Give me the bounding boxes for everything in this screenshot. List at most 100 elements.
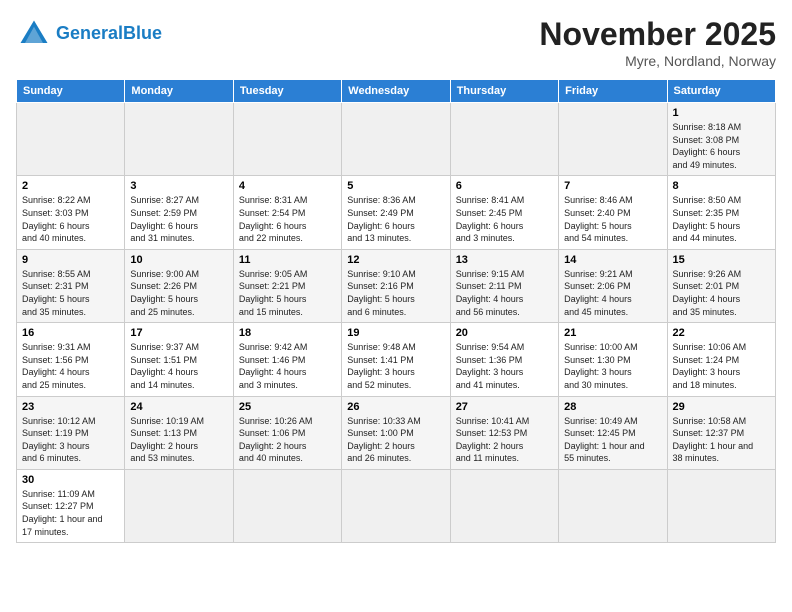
calendar-cell: 21 Sunrise: 10:00 AM Sunset: 1:30 PM Dayl… bbox=[559, 323, 667, 396]
day-number: 19 bbox=[347, 327, 444, 339]
weekday-header: Thursday bbox=[450, 80, 558, 103]
day-info: Sunrise: 10:49 AM Sunset: 12:45 PM Dayli… bbox=[564, 415, 661, 465]
day-info: Sunrise: 9:37 AM Sunset: 1:51 PM Dayligh… bbox=[130, 341, 227, 391]
calendar-header-row: SundayMondayTuesdayWednesdayThursdayFrid… bbox=[17, 80, 776, 103]
calendar-cell bbox=[559, 469, 667, 542]
calendar-cell: 20 Sunrise: 9:54 AM Sunset: 1:36 PM Dayli… bbox=[450, 323, 558, 396]
logo-general: General bbox=[56, 23, 123, 43]
day-info: Sunrise: 9:42 AM Sunset: 1:46 PM Dayligh… bbox=[239, 341, 336, 391]
weekday-header: Monday bbox=[125, 80, 233, 103]
logo-icon bbox=[16, 16, 52, 52]
calendar-cell: 16Sunrise: 9:31 AM Sunset: 1:56 PM Dayli… bbox=[17, 323, 125, 396]
calendar-cell: 14 Sunrise: 9:21 AM Sunset: 2:06 PM Dayli… bbox=[559, 249, 667, 322]
day-info: Sunrise: 8:27 AM Sunset: 2:59 PM Dayligh… bbox=[130, 194, 227, 244]
calendar-cell: 25Sunrise: 10:26 AM Sunset: 1:06 PM Dayl… bbox=[233, 396, 341, 469]
calendar-cell: 5 Sunrise: 8:36 AM Sunset: 2:49 PM Daylig… bbox=[342, 176, 450, 249]
calendar-cell: 1 Sunrise: 8:18 AM Sunset: 3:08 PM Daylig… bbox=[667, 103, 775, 176]
day-info: Sunrise: 9:05 AM Sunset: 2:21 PM Dayligh… bbox=[239, 268, 336, 318]
day-number: 8 bbox=[673, 180, 770, 192]
day-number: 1 bbox=[673, 107, 770, 119]
day-number: 22 bbox=[673, 327, 770, 339]
calendar-week-row: 9 Sunrise: 8:55 AM Sunset: 2:31 PM Daylig… bbox=[17, 249, 776, 322]
day-number: 25 bbox=[239, 401, 336, 413]
calendar-cell: 29 Sunrise: 10:58 AM Sunset: 12:37 PM Day… bbox=[667, 396, 775, 469]
logo-blue: Blue bbox=[123, 23, 162, 43]
calendar-cell bbox=[125, 469, 233, 542]
day-info: Sunrise: 9:26 AM Sunset: 2:01 PM Dayligh… bbox=[673, 268, 770, 318]
calendar-cell: 18 Sunrise: 9:42 AM Sunset: 1:46 PM Dayli… bbox=[233, 323, 341, 396]
day-info: Sunrise: 10:33 AM Sunset: 1:00 PM Daylig… bbox=[347, 415, 444, 465]
calendar-cell: 28Sunrise: 10:49 AM Sunset: 12:45 PM Day… bbox=[559, 396, 667, 469]
calendar-week-row: 30 Sunrise: 11:09 AM Sunset: 12:27 PM Day… bbox=[17, 469, 776, 542]
day-info: Sunrise: 9:15 AM Sunset: 2:11 PM Dayligh… bbox=[456, 268, 553, 318]
day-info: Sunrise: 8:18 AM Sunset: 3:08 PM Dayligh… bbox=[673, 121, 770, 171]
calendar-cell: 8Sunrise: 8:50 AM Sunset: 2:35 PM Daylig… bbox=[667, 176, 775, 249]
calendar-cell bbox=[17, 103, 125, 176]
calendar: SundayMondayTuesdayWednesdayThursdayFrid… bbox=[16, 79, 776, 543]
logo: GeneralBlue bbox=[16, 16, 162, 52]
day-number: 6 bbox=[456, 180, 553, 192]
calendar-cell: 11Sunrise: 9:05 AM Sunset: 2:21 PM Dayli… bbox=[233, 249, 341, 322]
weekday-header: Saturday bbox=[667, 80, 775, 103]
weekday-header: Wednesday bbox=[342, 80, 450, 103]
day-number: 29 bbox=[673, 401, 770, 413]
day-info: Sunrise: 8:36 AM Sunset: 2:49 PM Dayligh… bbox=[347, 194, 444, 244]
calendar-cell bbox=[342, 469, 450, 542]
calendar-week-row: 16Sunrise: 9:31 AM Sunset: 1:56 PM Dayli… bbox=[17, 323, 776, 396]
day-number: 12 bbox=[347, 254, 444, 266]
title-block: November 2025 Myre, Nordland, Norway bbox=[539, 16, 776, 69]
calendar-week-row: 1 Sunrise: 8:18 AM Sunset: 3:08 PM Daylig… bbox=[17, 103, 776, 176]
day-number: 17 bbox=[130, 327, 227, 339]
day-number: 14 bbox=[564, 254, 661, 266]
calendar-cell: 4 Sunrise: 8:31 AM Sunset: 2:54 PM Daylig… bbox=[233, 176, 341, 249]
day-info: Sunrise: 10:58 AM Sunset: 12:37 PM Dayli… bbox=[673, 415, 770, 465]
day-info: Sunrise: 8:46 AM Sunset: 2:40 PM Dayligh… bbox=[564, 194, 661, 244]
calendar-week-row: 23Sunrise: 10:12 AM Sunset: 1:19 PM Dayl… bbox=[17, 396, 776, 469]
day-number: 10 bbox=[130, 254, 227, 266]
calendar-cell: 24Sunrise: 10:19 AM Sunset: 1:13 PM Dayl… bbox=[125, 396, 233, 469]
logo-text: GeneralBlue bbox=[56, 24, 162, 44]
calendar-cell: 12Sunrise: 9:10 AM Sunset: 2:16 PM Dayli… bbox=[342, 249, 450, 322]
day-number: 26 bbox=[347, 401, 444, 413]
day-number: 21 bbox=[564, 327, 661, 339]
location-title: Myre, Nordland, Norway bbox=[539, 53, 776, 69]
calendar-cell bbox=[450, 103, 558, 176]
calendar-cell bbox=[125, 103, 233, 176]
calendar-cell bbox=[342, 103, 450, 176]
calendar-cell: 7 Sunrise: 8:46 AM Sunset: 2:40 PM Daylig… bbox=[559, 176, 667, 249]
calendar-cell: 27Sunrise: 10:41 AM Sunset: 12:53 PM Day… bbox=[450, 396, 558, 469]
day-info: Sunrise: 9:48 AM Sunset: 1:41 PM Dayligh… bbox=[347, 341, 444, 391]
day-number: 27 bbox=[456, 401, 553, 413]
day-info: Sunrise: 9:21 AM Sunset: 2:06 PM Dayligh… bbox=[564, 268, 661, 318]
weekday-header: Sunday bbox=[17, 80, 125, 103]
calendar-cell: 19 Sunrise: 9:48 AM Sunset: 1:41 PM Dayli… bbox=[342, 323, 450, 396]
day-info: Sunrise: 9:54 AM Sunset: 1:36 PM Dayligh… bbox=[456, 341, 553, 391]
day-number: 3 bbox=[130, 180, 227, 192]
calendar-cell: 22Sunrise: 10:06 AM Sunset: 1:24 PM Dayl… bbox=[667, 323, 775, 396]
calendar-cell: 2 Sunrise: 8:22 AM Sunset: 3:03 PM Daylig… bbox=[17, 176, 125, 249]
calendar-cell: 6 Sunrise: 8:41 AM Sunset: 2:45 PM Daylig… bbox=[450, 176, 558, 249]
day-number: 30 bbox=[22, 474, 119, 486]
day-number: 4 bbox=[239, 180, 336, 192]
calendar-cell bbox=[233, 469, 341, 542]
day-info: Sunrise: 8:55 AM Sunset: 2:31 PM Dayligh… bbox=[22, 268, 119, 318]
calendar-cell bbox=[667, 469, 775, 542]
day-number: 2 bbox=[22, 180, 119, 192]
day-number: 16 bbox=[22, 327, 119, 339]
day-info: Sunrise: 8:22 AM Sunset: 3:03 PM Dayligh… bbox=[22, 194, 119, 244]
day-number: 13 bbox=[456, 254, 553, 266]
day-number: 7 bbox=[564, 180, 661, 192]
day-number: 9 bbox=[22, 254, 119, 266]
day-number: 18 bbox=[239, 327, 336, 339]
day-info: Sunrise: 11:09 AM Sunset: 12:27 PM Dayli… bbox=[22, 488, 119, 538]
calendar-cell: 30 Sunrise: 11:09 AM Sunset: 12:27 PM Day… bbox=[17, 469, 125, 542]
calendar-week-row: 2 Sunrise: 8:22 AM Sunset: 3:03 PM Daylig… bbox=[17, 176, 776, 249]
day-info: Sunrise: 8:31 AM Sunset: 2:54 PM Dayligh… bbox=[239, 194, 336, 244]
day-info: Sunrise: 10:12 AM Sunset: 1:19 PM Daylig… bbox=[22, 415, 119, 465]
day-number: 5 bbox=[347, 180, 444, 192]
day-number: 20 bbox=[456, 327, 553, 339]
day-info: Sunrise: 8:41 AM Sunset: 2:45 PM Dayligh… bbox=[456, 194, 553, 244]
day-info: Sunrise: 10:19 AM Sunset: 1:13 PM Daylig… bbox=[130, 415, 227, 465]
calendar-cell: 3 Sunrise: 8:27 AM Sunset: 2:59 PM Daylig… bbox=[125, 176, 233, 249]
day-info: Sunrise: 10:00 AM Sunset: 1:30 PM Daylig… bbox=[564, 341, 661, 391]
